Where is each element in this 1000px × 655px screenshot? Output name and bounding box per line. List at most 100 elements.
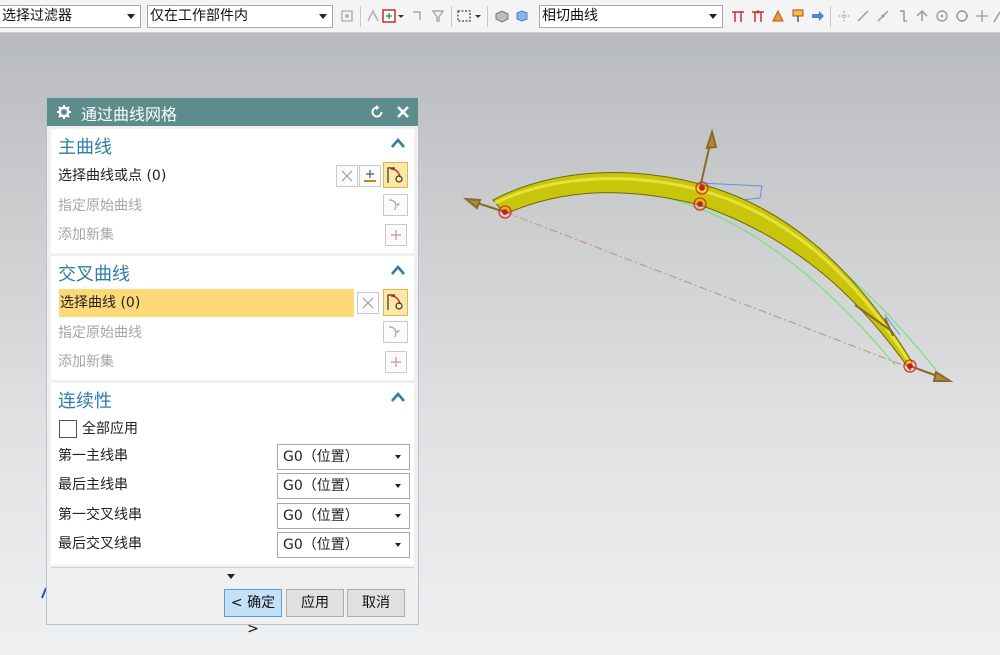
surface-body bbox=[492, 172, 913, 372]
select-curve-label: 选择曲线或点 (0) bbox=[58, 168, 167, 184]
reset-icon[interactable] bbox=[369, 104, 385, 120]
body-icon[interactable] bbox=[514, 8, 530, 24]
through-curve-mesh-dialog: 通过曲线网格 主曲线 选择曲线或点 (0) 指定原始曲线 添加新集 交叉曲线 选… bbox=[46, 97, 419, 637]
deselect-button[interactable] bbox=[336, 165, 358, 187]
scope-select[interactable]: 仅在工作部件内 bbox=[147, 5, 333, 28]
ok-button[interactable]: < 确定 > bbox=[224, 589, 282, 637]
gear-icon[interactable] bbox=[56, 104, 72, 120]
primary-curves-header[interactable]: 主曲线 bbox=[51, 129, 414, 159]
snap-point-icon[interactable] bbox=[365, 8, 381, 24]
select-curve-or-point[interactable]: 选择曲线或点 (0) bbox=[58, 163, 166, 189]
snap-existing-point-icon[interactable] bbox=[836, 8, 852, 24]
follow-fillet-icon[interactable] bbox=[750, 8, 766, 24]
last-primary-string-label: 最后主线串 bbox=[58, 477, 128, 493]
close-icon[interactable] bbox=[395, 104, 411, 120]
continuity-header[interactable]: 连续性 bbox=[51, 383, 414, 413]
select-curve-button[interactable] bbox=[383, 162, 408, 188]
last-cross-string-label: 最后交叉线串 bbox=[58, 536, 142, 552]
snap-filter-icon[interactable] bbox=[430, 8, 446, 24]
curve-rule-value: 相切曲线 bbox=[542, 8, 598, 24]
cross-curves-header[interactable]: 交叉曲线 bbox=[51, 256, 414, 286]
curve-rule-select[interactable]: 相切曲线 bbox=[539, 5, 723, 28]
rectangle-select-icon[interactable] bbox=[456, 8, 472, 24]
snap-control-point-icon[interactable] bbox=[895, 8, 911, 24]
apply-button[interactable]: 应用 bbox=[286, 589, 344, 617]
point-markers bbox=[498, 181, 917, 373]
scope-select-value: 仅在工作部件内 bbox=[150, 8, 248, 24]
snap-mid-point-icon[interactable] bbox=[875, 8, 891, 24]
arrow-right-icon[interactable] bbox=[810, 8, 826, 24]
cross-origin-curve-button[interactable] bbox=[383, 321, 408, 343]
primary-curves-section: 主曲线 选择曲线或点 (0) 指定原始曲线 添加新集 bbox=[51, 129, 414, 253]
snap-arc-center-icon[interactable] bbox=[934, 8, 950, 24]
continuity-section: 连续性 全部应用 第一主线串 G0（位置） 最后主线串 G0（位置） 第一交叉线… bbox=[51, 383, 414, 565]
snap-end-point-icon[interactable] bbox=[855, 8, 871, 24]
chevron-down-icon[interactable] bbox=[474, 8, 482, 24]
first-cross-string-label: 第一交叉线串 bbox=[58, 507, 142, 523]
chevron-down-icon[interactable] bbox=[397, 8, 405, 24]
select-cross-curve[interactable]: 选择曲线 (0) bbox=[59, 289, 354, 317]
chevron-down-icon bbox=[395, 455, 401, 459]
chevron-up-icon[interactable] bbox=[390, 264, 406, 276]
add-new-set-label: 添加新集 bbox=[58, 227, 114, 243]
specify-origin-label: 指定原始曲线 bbox=[58, 325, 142, 341]
add-new-set: 添加新集 bbox=[58, 222, 114, 248]
origin-curve-icon bbox=[388, 326, 400, 338]
snap-quadrant-icon[interactable] bbox=[954, 8, 970, 24]
chevron-down-icon bbox=[127, 14, 135, 19]
filter-select-value: 选择过滤器 bbox=[2, 8, 72, 24]
add-set-button[interactable] bbox=[385, 224, 407, 246]
last-cross-string-select[interactable]: G0（位置） bbox=[277, 532, 410, 558]
point-dialog-button[interactable] bbox=[359, 165, 381, 187]
specify-cross-origin-curve: 指定原始曲线 bbox=[58, 320, 142, 346]
top-toolbar: 选择过滤器 仅在工作部件内 相切曲线 bbox=[0, 0, 1000, 33]
select-cross-curve-label: 选择曲线 (0) bbox=[60, 295, 141, 311]
chevron-down-icon bbox=[395, 484, 401, 488]
dialog-title: 通过曲线网格 bbox=[81, 105, 178, 124]
path-icon[interactable] bbox=[790, 8, 806, 24]
section-title: 交叉曲线 bbox=[58, 264, 130, 285]
snap-settings-icon[interactable] bbox=[339, 8, 355, 24]
snap-point-on-curve-icon[interactable] bbox=[974, 8, 990, 24]
more-options-chevron-down-icon[interactable] bbox=[227, 574, 235, 579]
filter-select[interactable]: 选择过滤器 bbox=[0, 5, 141, 28]
deselect-cross-button[interactable] bbox=[357, 292, 379, 314]
stop-at-intersection-icon[interactable] bbox=[730, 8, 746, 24]
section-title: 主曲线 bbox=[58, 137, 112, 158]
point-constructor-icon bbox=[364, 170, 376, 182]
origin-curve-icon bbox=[388, 199, 400, 211]
cancel-button[interactable]: 取消 bbox=[347, 589, 405, 617]
chevron-up-icon[interactable] bbox=[390, 391, 406, 403]
select-box-icon[interactable] bbox=[381, 8, 397, 24]
first-primary-string-label: 第一主线串 bbox=[58, 448, 128, 464]
chevron-down-icon bbox=[709, 14, 717, 19]
curve-select-icon bbox=[387, 167, 403, 183]
snap-point-on-surface-icon[interactable] bbox=[992, 8, 1000, 24]
specify-origin-curve: 指定原始曲线 bbox=[58, 193, 142, 219]
last-primary-string-select[interactable]: G0（位置） bbox=[277, 473, 410, 499]
dialog-title-bar: 通过曲线网格 bbox=[47, 98, 418, 126]
feature-curves-icon[interactable] bbox=[770, 8, 786, 24]
add-cross-set-button[interactable] bbox=[385, 351, 407, 373]
add-icon bbox=[391, 230, 401, 240]
select-cross-curve-button[interactable] bbox=[383, 289, 408, 316]
cross-curves-section: 交叉曲线 选择曲线 (0) 指定原始曲线 添加新集 bbox=[51, 256, 414, 380]
add-new-cross-set: 添加新集 bbox=[58, 349, 114, 375]
apply-all-checkbox[interactable] bbox=[59, 420, 77, 438]
chevron-down-icon bbox=[395, 514, 401, 518]
cross-arrows-icon bbox=[341, 170, 353, 182]
chevron-down-icon bbox=[319, 14, 327, 19]
cross-arrows-icon bbox=[362, 297, 374, 309]
first-primary-string-select[interactable]: G0（位置） bbox=[277, 444, 410, 470]
section-title: 连续性 bbox=[58, 391, 112, 412]
chevron-up-icon[interactable] bbox=[390, 137, 406, 149]
snap-intersection-icon[interactable] bbox=[914, 8, 930, 24]
snap-arrow-icon[interactable] bbox=[410, 8, 426, 24]
origin-curve-button[interactable] bbox=[383, 194, 408, 216]
apply-all-label: 全部应用 bbox=[82, 421, 138, 437]
solid-icon[interactable] bbox=[494, 8, 510, 24]
add-new-set-label: 添加新集 bbox=[58, 354, 114, 370]
curve-select-icon bbox=[387, 294, 403, 310]
first-cross-string-select[interactable]: G0（位置） bbox=[277, 503, 410, 529]
add-icon bbox=[391, 357, 401, 367]
